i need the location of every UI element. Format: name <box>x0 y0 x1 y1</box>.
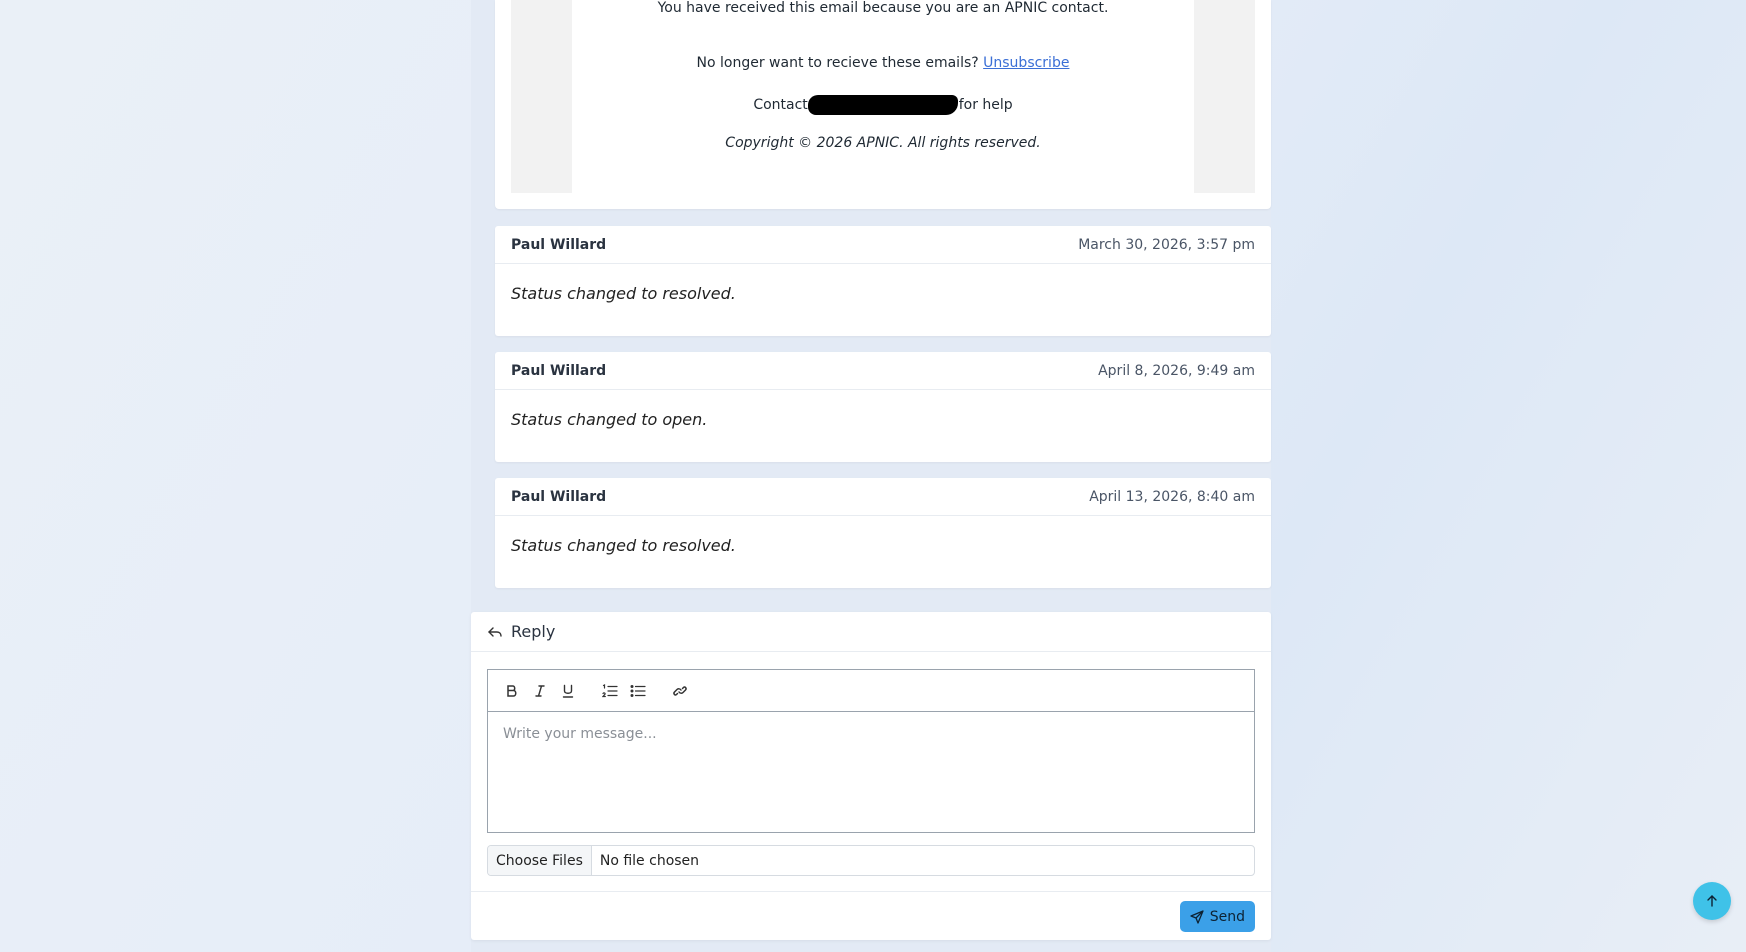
bullet-list-button[interactable] <box>624 677 652 705</box>
italic-button[interactable] <box>526 677 554 705</box>
activity-text: Status changed to resolved. <box>511 536 736 555</box>
ordered-list-button[interactable] <box>596 677 624 705</box>
reply-icon <box>488 626 502 637</box>
unsubscribe-link[interactable]: Unsubscribe <box>983 55 1069 71</box>
scroll-to-top-button[interactable] <box>1693 882 1731 920</box>
editor-toolbar <box>488 670 1254 712</box>
email-copyright: Copyright © 2026 APNIC. All rights reser… <box>725 135 1041 151</box>
activity-header: Paul Willard April 8, 2026, 9:49 am <box>495 352 1271 390</box>
email-unsubscribe-line: No longer want to recieve these emails? … <box>572 55 1194 71</box>
activity-header: Paul Willard March 30, 2026, 3:57 pm <box>495 226 1271 264</box>
reply-footer: Send <box>471 891 1271 940</box>
activity-text: Status changed to resolved. <box>511 284 736 303</box>
activity-author: Paul Willard <box>511 362 607 379</box>
send-button[interactable]: Send <box>1179 901 1255 932</box>
activity-card: Paul Willard March 30, 2026, 3:57 pm Sta… <box>495 226 1271 336</box>
email-body: You have received this email because you… <box>572 0 1194 193</box>
redacted-contact <box>808 95 959 115</box>
email-contact-line: Contact for help <box>572 95 1194 115</box>
file-input[interactable]: Choose Files No file chosen <box>487 845 1255 876</box>
activity-header: Paul Willard April 13, 2026, 8:40 am <box>495 478 1271 516</box>
choose-files-button[interactable]: Choose Files <box>488 846 592 875</box>
arrow-up-icon <box>1707 895 1717 907</box>
link-icon <box>673 685 687 696</box>
underline-button[interactable] <box>554 677 582 705</box>
contact-suffix: for help <box>958 97 1013 113</box>
reply-header: Reply <box>471 612 1271 652</box>
underline-icon <box>562 684 574 698</box>
activity-date: April 8, 2026, 9:49 am <box>1098 362 1255 379</box>
italic-icon <box>535 684 545 697</box>
activity-date: April 13, 2026, 8:40 am <box>1089 488 1255 505</box>
message-input[interactable]: Write your message... <box>488 712 1254 756</box>
activity-card: Paul Willard April 13, 2026, 8:40 am Sta… <box>495 478 1271 588</box>
message-editor: Write your message... <box>487 669 1255 833</box>
bold-button[interactable] <box>498 677 526 705</box>
file-status: No file chosen <box>599 852 700 869</box>
activity-date: March 30, 2026, 3:57 pm <box>1078 236 1255 253</box>
reply-title: Reply <box>511 622 556 641</box>
ordered-list-icon <box>602 683 618 697</box>
email-received-line: You have received this email because you… <box>657 0 1109 16</box>
unsubscribe-prefix: No longer want to recieve these emails? <box>696 55 979 71</box>
activity-author: Paul Willard <box>511 488 607 505</box>
bullet-list-icon <box>630 684 646 697</box>
send-icon <box>1190 909 1204 924</box>
reply-panel: Reply Write your message... Choose Files… <box>471 612 1271 940</box>
activity-text: Status changed to open. <box>511 410 708 429</box>
send-label: Send <box>1209 908 1245 925</box>
contact-prefix: Contact <box>753 97 808 113</box>
activity-card: Paul Willard April 8, 2026, 9:49 am Stat… <box>495 352 1271 462</box>
link-button[interactable] <box>666 677 694 705</box>
activity-author: Paul Willard <box>511 236 607 253</box>
bold-icon <box>507 684 517 697</box>
